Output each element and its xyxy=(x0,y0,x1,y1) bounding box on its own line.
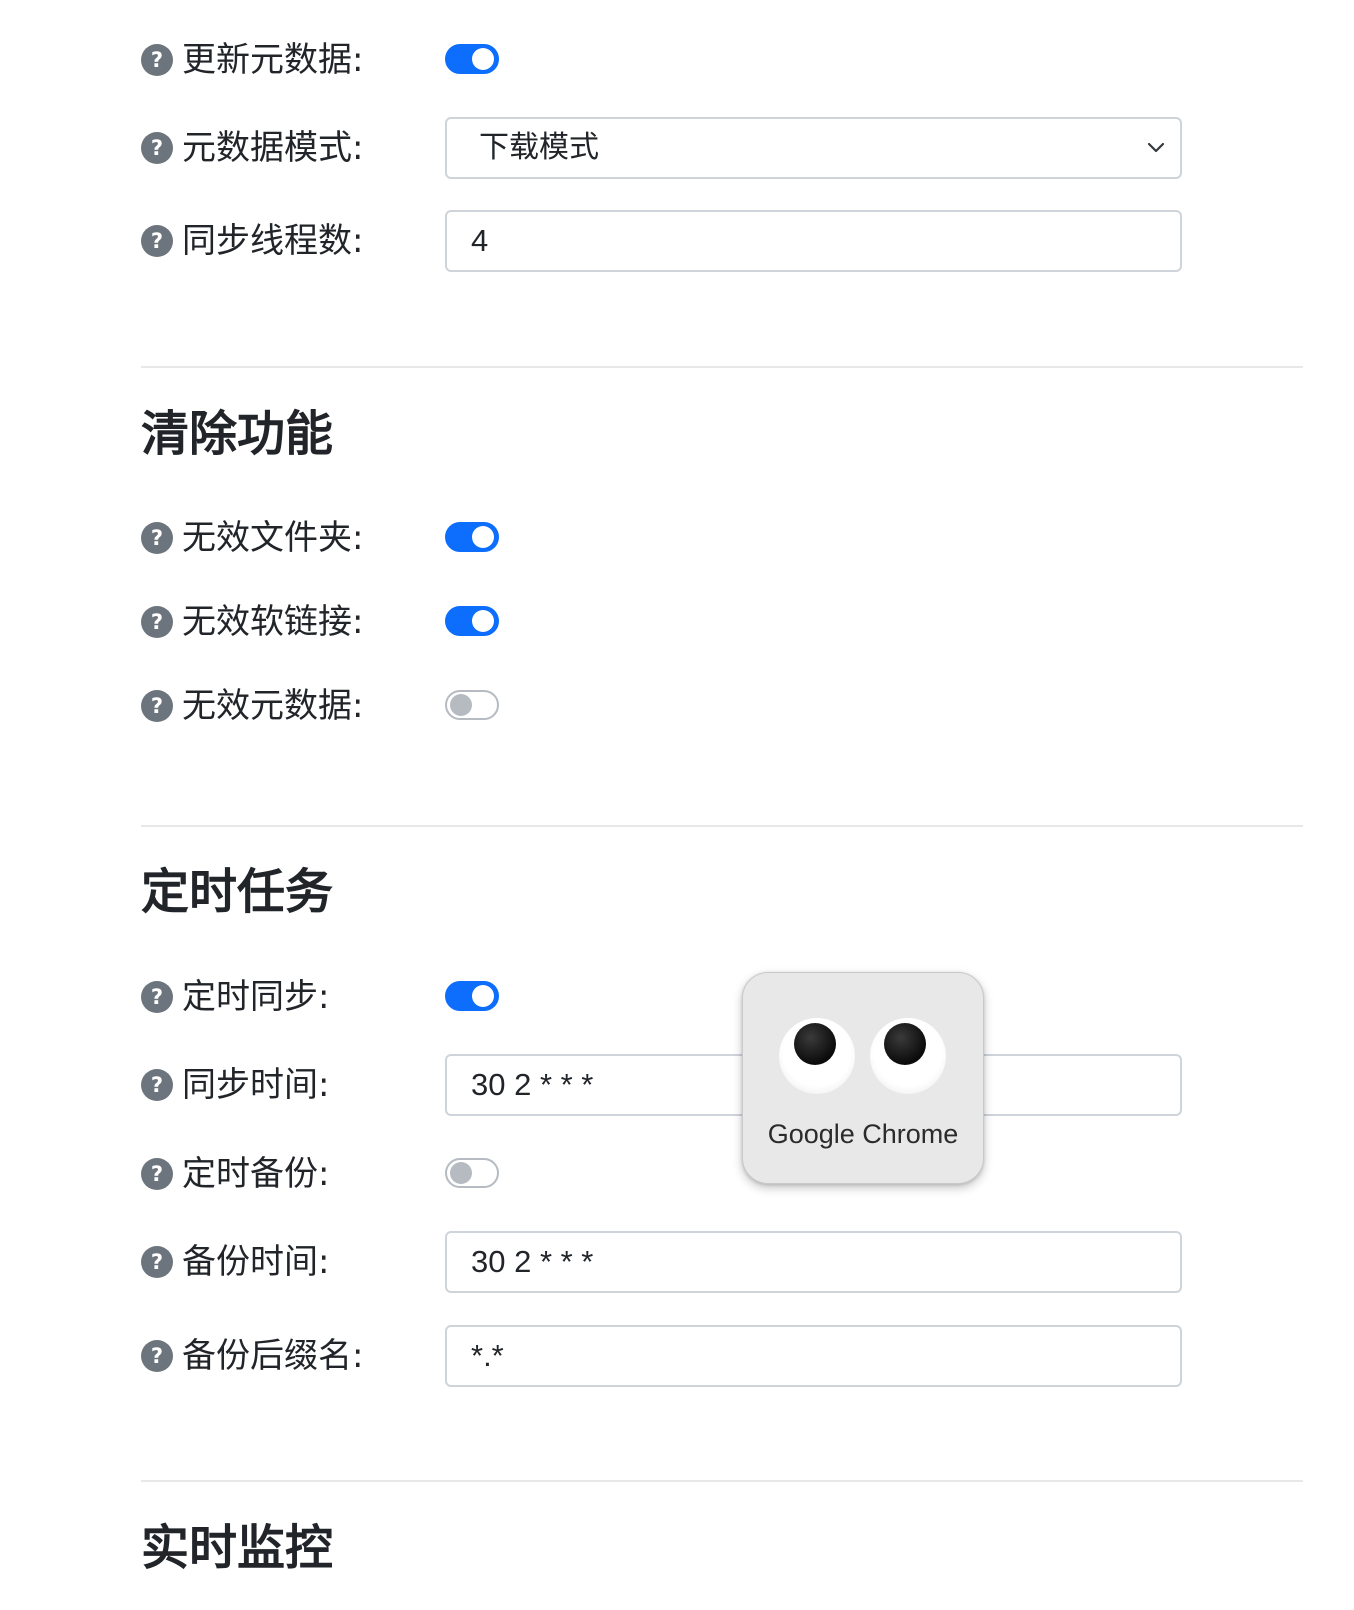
realtime-section-title: 实时监控 xyxy=(141,1520,334,1576)
scheduled-sync-toggle[interactable] xyxy=(445,981,499,1011)
sync-threads-input[interactable]: 4 xyxy=(445,210,1182,272)
cleanup-section-title: 清除功能 xyxy=(141,406,334,462)
invalid-metadata-row: ? 无效元数据: xyxy=(141,674,1186,738)
backup-suffix-row: ? 备份后缀名: *.* xyxy=(141,1324,1186,1388)
toggle-knob xyxy=(472,48,494,70)
backup-time-input[interactable]: 30 2 * * * xyxy=(445,1231,1182,1293)
update-metadata-row: ? 更新元数据: xyxy=(141,28,1186,92)
pupil-icon xyxy=(884,1023,926,1065)
sync-time-row: ? 同步时间: 30 2 * * * xyxy=(141,1053,1186,1117)
backup-time-row: ? 备份时间: 30 2 * * * xyxy=(141,1230,1186,1294)
help-icon[interactable]: ? xyxy=(141,225,173,257)
toggle-knob xyxy=(472,610,494,632)
help-icon[interactable]: ? xyxy=(141,1340,173,1372)
toggle-knob xyxy=(472,985,494,1007)
chrome-app-popup[interactable]: Google Chrome xyxy=(742,972,984,1184)
help-icon[interactable]: ? xyxy=(141,1069,173,1101)
metadata-mode-select[interactable]: 下载模式 xyxy=(445,117,1182,179)
help-icon[interactable]: ? xyxy=(141,1246,173,1278)
metadata-mode-label: 元数据模式: xyxy=(182,128,364,168)
metadata-mode-value: 下载模式 xyxy=(479,130,599,165)
toggle-knob xyxy=(450,694,472,716)
scheduled-backup-row: ? 定时备份: xyxy=(141,1142,1186,1206)
eye-icon-right xyxy=(870,1018,946,1094)
backup-suffix-input[interactable]: *.* xyxy=(445,1325,1182,1387)
help-icon[interactable]: ? xyxy=(141,981,173,1013)
sync-threads-label: 同步线程数: xyxy=(182,221,364,261)
update-metadata-toggle[interactable] xyxy=(445,44,499,74)
sync-threads-row: ? 同步线程数: 4 xyxy=(141,209,1186,273)
invalid-folders-toggle[interactable] xyxy=(445,522,499,552)
scheduled-backup-toggle[interactable] xyxy=(445,1158,499,1188)
help-icon[interactable]: ? xyxy=(141,1158,173,1190)
popup-app-name: Google Chrome xyxy=(767,1119,959,1149)
scheduled-backup-label: 定时备份: xyxy=(182,1154,330,1194)
help-icon[interactable]: ? xyxy=(141,690,173,722)
toggle-knob xyxy=(472,526,494,548)
invalid-folders-row: ? 无效文件夹: xyxy=(141,506,1186,570)
help-icon[interactable]: ? xyxy=(141,44,173,76)
backup-suffix-label: 备份后缀名: xyxy=(182,1336,364,1376)
help-icon[interactable]: ? xyxy=(141,606,173,638)
invalid-symlinks-row: ? 无效软链接: xyxy=(141,590,1186,654)
backup-time-label: 备份时间: xyxy=(182,1242,330,1282)
sync-time-label: 同步时间: xyxy=(182,1065,330,1105)
section-divider xyxy=(141,825,1303,827)
section-divider xyxy=(141,366,1303,368)
update-metadata-label: 更新元数据: xyxy=(182,40,364,80)
eye-icon-left xyxy=(779,1018,855,1094)
help-icon[interactable]: ? xyxy=(141,522,173,554)
toggle-knob xyxy=(450,1162,472,1184)
scheduled-section-title: 定时任务 xyxy=(141,864,334,920)
metadata-mode-row: ? 元数据模式: 下载模式 xyxy=(141,116,1186,180)
invalid-folders-label: 无效文件夹: xyxy=(182,518,364,558)
invalid-symlinks-toggle[interactable] xyxy=(445,606,499,636)
section-divider xyxy=(141,1480,1303,1482)
chevron-down-icon xyxy=(1147,142,1165,153)
scheduled-sync-label: 定时同步: xyxy=(182,977,330,1017)
help-icon[interactable]: ? xyxy=(141,132,173,164)
invalid-metadata-label: 无效元数据: xyxy=(182,686,364,726)
invalid-metadata-toggle[interactable] xyxy=(445,690,499,720)
pupil-icon xyxy=(794,1023,836,1065)
invalid-symlinks-label: 无效软链接: xyxy=(182,602,364,642)
scheduled-sync-row: ? 定时同步: xyxy=(141,965,1186,1029)
